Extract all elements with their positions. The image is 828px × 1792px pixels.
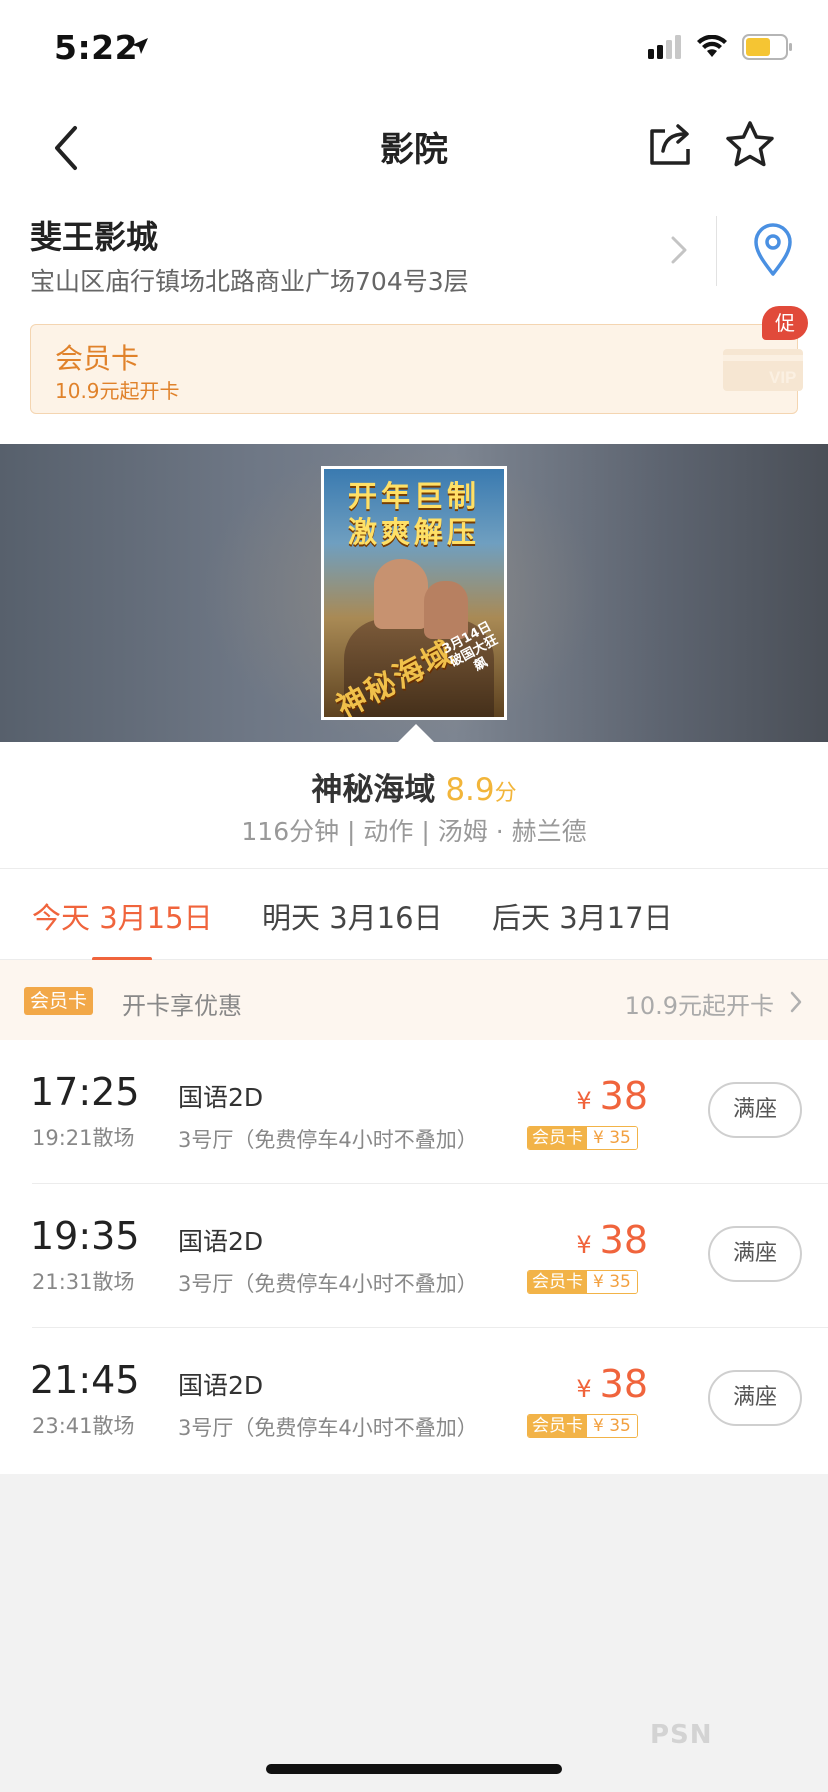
movie-meta: 116分钟 | 动作 | 汤姆 · 赫兰德 [241,817,587,846]
member-card-subtitle: 10.9元起开卡 [55,379,180,403]
page-title: 影院 [380,130,448,170]
tab-day-after[interactable]: 后天 3月17日 [492,895,673,937]
showtime-row[interactable]: 19:35 21:31散场 国语2D 3号厅（免费停车4小时不叠加） ¥38 会… [0,1184,828,1328]
hall-info: 3号厅（免费停车4小时不叠加） [178,1272,478,1296]
showtime-list: 17:25 19:21散场 国语2D 3号厅（免费停车4小时不叠加） ¥38 会… [0,1040,828,1474]
wifi-icon [697,35,727,57]
currency-symbol: ¥ [576,1231,592,1259]
status-bar: 5:22 [0,0,828,100]
chevron-right-icon[interactable] [664,230,694,270]
full-status-button[interactable]: 满座 [708,1370,802,1426]
end-time: 21:31散场 [32,1270,135,1294]
location-arrow-icon [130,36,150,60]
movie-info: 神秘海域 8.9分 116分钟 | 动作 | 汤姆 · 赫兰德 [0,742,828,868]
price-amount: 38 [599,1362,648,1406]
tab-today[interactable]: 今天 3月15日 [32,895,213,937]
home-indicator[interactable] [266,1764,562,1774]
movie-score: 8.9 [445,772,495,808]
share-icon [650,124,690,165]
end-time: 23:41散场 [32,1414,135,1438]
status-icons [648,34,794,60]
chevron-right-icon [790,991,802,1013]
start-time: 17:25 [30,1070,140,1114]
currency-symbol: ¥ [576,1087,592,1115]
vip-text: VIP [769,368,796,387]
currency-symbol: ¥ [576,1375,592,1403]
showtime-row[interactable]: 17:25 19:21散场 国语2D 3号厅（免费停车4小时不叠加） ¥38 会… [0,1040,828,1184]
vip-card-icon: VIP [723,349,803,391]
date-tabs: 今天 3月15日 明天 3月16日 后天 3月17日 [0,868,828,961]
status-time: 5:22 [54,28,139,67]
member-price: ¥ 35 [587,1415,637,1437]
movie-title: 神秘海域 [311,772,436,808]
language-format: 国语2D [178,1083,264,1112]
ticket-price: ¥38 [576,1074,648,1118]
end-time: 19:21散场 [32,1126,135,1150]
member-promo-strip[interactable]: 会员卡 开卡享优惠 10.9元起开卡 [0,960,828,1040]
start-time: 19:35 [30,1214,140,1258]
member-promo-text: 开卡享优惠 [122,992,242,1020]
tab-tomorrow[interactable]: 明天 3月16日 [262,895,443,937]
member-price-tag: 会员卡 ¥ 35 [527,1270,638,1294]
full-status-button[interactable]: 满座 [708,1226,802,1282]
watermark: PSN [650,1720,713,1750]
movie-poster[interactable]: 开年巨制 激爽解压 神秘海域 3月14日 破国大狂飙 [321,466,507,720]
start-time: 21:45 [30,1358,140,1402]
movie-title-row: 神秘海域 8.9分 [0,764,828,809]
member-price-tag: 会员卡 ¥ 35 [527,1414,638,1438]
showtime-row[interactable]: 21:45 23:41散场 国语2D 3号厅（免费停车4小时不叠加） ¥38 会… [0,1328,828,1472]
member-price: ¥ 35 [587,1127,637,1149]
ticket-price: ¥38 [576,1362,648,1406]
price-amount: 38 [599,1218,648,1262]
member-card-title: 会员卡 [55,342,140,375]
price-amount: 38 [599,1074,648,1118]
member-price: ¥ 35 [587,1271,637,1293]
member-badge: 会员卡 [24,987,94,1015]
divider [716,216,717,286]
cinema-name[interactable]: 斐王影城 [30,212,158,258]
member-card-banner[interactable]: 会员卡 10.9元起开卡 VIP [30,324,803,414]
member-label: 会员卡 [528,1415,587,1437]
favorite-button[interactable] [718,112,782,176]
language-format: 国语2D [178,1227,264,1256]
poster-figure [374,559,428,629]
promo-badge: 促 [762,306,808,340]
location-pin-icon[interactable] [748,222,798,278]
poster-headline-2: 激爽解压 [347,515,480,549]
full-status-button[interactable]: 满座 [708,1082,802,1138]
poster-pointer [398,724,434,742]
signal-icon [648,35,681,59]
member-label: 会员卡 [528,1271,587,1293]
member-promo-price: 10.9元起开卡 [624,992,774,1020]
star-icon [726,121,774,167]
poster-figure [424,581,468,639]
share-button[interactable] [640,114,700,174]
poster-banner: 开年巨制 激爽解压 神秘海域 3月14日 破国大狂飙 [0,444,828,742]
member-price-tag: 会员卡 ¥ 35 [527,1126,638,1150]
cinema-address[interactable]: 宝山区庙行镇场北路商业广场704号3层 [30,262,469,298]
battery-icon [742,34,792,60]
cinema-info: 斐王影城 宝山区庙行镇场北路商业广场704号3层 会员卡 10.9元起开卡 VI… [0,200,828,444]
ticket-price: ¥38 [576,1218,648,1262]
hall-info: 3号厅（免费停车4小时不叠加） [178,1416,478,1440]
hall-info: 3号厅（免费停车4小时不叠加） [178,1128,478,1152]
nav-bar: 影院 [0,100,828,200]
member-label: 会员卡 [528,1127,587,1149]
movie-score-unit: 分 [494,781,517,806]
language-format: 国语2D [178,1371,264,1400]
